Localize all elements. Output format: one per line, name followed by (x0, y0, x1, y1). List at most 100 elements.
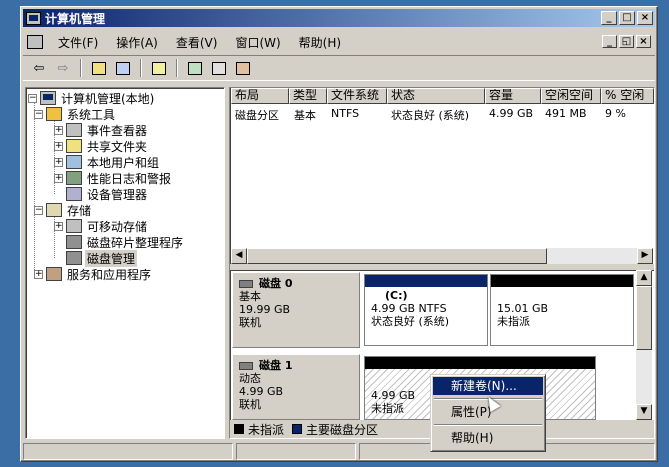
help-icon[interactable] (149, 58, 169, 78)
scroll-thumb[interactable] (247, 248, 547, 264)
unallocated-bar (491, 275, 633, 287)
vertical-scrollbar[interactable]: ▲ ▼ (636, 270, 652, 420)
removable-storage-icon (66, 219, 82, 233)
device-manager-icon (66, 187, 82, 201)
defrag-icon (66, 235, 82, 249)
event-viewer-icon (66, 123, 82, 137)
cell-filesystem[interactable]: NTFS (331, 107, 359, 120)
scroll-up-icon[interactable]: ▲ (636, 270, 652, 286)
disk-icon (239, 280, 253, 288)
primary-partition-swatch (292, 424, 303, 434)
menu-item-help[interactable]: 帮助(H) (433, 429, 543, 447)
toolbar-separator (176, 59, 178, 77)
cell-type[interactable]: 基本 (294, 107, 316, 123)
users-icon (66, 155, 82, 169)
cell-status[interactable]: 状态良好 (系统) (391, 107, 469, 123)
disk-1-info[interactable]: 磁盘 1 动态 4.99 GB 联机 (232, 354, 360, 420)
minimize-button[interactable]: _ (601, 11, 617, 25)
column-header-type[interactable]: 类型 (289, 88, 327, 104)
toolbar-separator (80, 59, 82, 77)
export-list-icon[interactable] (233, 58, 253, 78)
scroll-down-icon[interactable]: ▼ (636, 404, 652, 420)
menu-bar: 文件(F) 操作(A) 查看(V) 窗口(W) 帮助(H) _ ◱ × (23, 31, 655, 53)
tree-node-shared-folders[interactable]: + 共享文件夹 (54, 138, 149, 154)
expand-icon[interactable]: + (54, 173, 63, 183)
tree-node-device-manager[interactable]: 设备管理器 (66, 186, 149, 202)
disk-icon (239, 362, 253, 370)
status-pane (236, 443, 356, 460)
mdi-minimize-button[interactable]: _ (602, 35, 617, 48)
disk-management-icon (66, 251, 82, 265)
console-tree: − 计算机管理(本地) − 系统工具 + 事件查看器 + 共享文件夹 + 本地用… (25, 87, 225, 439)
column-header-free-space[interactable]: 空闲空间 (541, 88, 601, 104)
collapse-icon[interactable]: − (28, 93, 37, 103)
computer-management-icon (26, 11, 41, 25)
storage-icon (46, 203, 62, 217)
context-menu: 新建卷(N)... 属性(P) 帮助(H) (430, 374, 546, 452)
tree-node-perf-logs[interactable]: + 性能日志和警报 (54, 170, 173, 186)
computer-management-window: 计算机管理 _ □ × 文件(F) 操作(A) 查看(V) 窗口(W) 帮助(H… (20, 6, 658, 462)
tree-node-disk-management[interactable]: 磁盘管理 (66, 249, 138, 267)
tree-line (34, 98, 35, 274)
up-folder-icon[interactable] (89, 58, 109, 78)
expand-icon[interactable]: + (54, 221, 63, 231)
mdi-child-icon[interactable] (27, 35, 43, 49)
mdi-restore-button[interactable]: ◱ (619, 35, 634, 48)
tree-node-storage[interactable]: − 存储 (34, 202, 93, 218)
scroll-right-icon[interactable]: ▶ (637, 248, 653, 264)
tree-node-removable-storage[interactable]: + 可移动存储 (54, 218, 149, 234)
properties-icon[interactable] (209, 58, 229, 78)
toolbar-separator (140, 59, 142, 77)
partition-c[interactable]: (C:) 4.99 GB NTFS 状态良好 (系统) (364, 274, 488, 346)
tree-node-defrag[interactable]: 磁盘碎片整理程序 (66, 234, 185, 250)
collapse-icon[interactable]: − (34, 109, 43, 119)
disk-0-info[interactable]: 磁盘 0 基本 19.99 GB 联机 (232, 272, 360, 348)
title-bar[interactable]: 计算机管理 _ □ × (23, 9, 655, 27)
status-pane (23, 443, 233, 460)
scroll-left-icon[interactable]: ◀ (231, 248, 247, 264)
column-header-percent-free[interactable]: % 空闲 (601, 88, 654, 104)
performance-icon (66, 171, 82, 185)
cell-percent-free[interactable]: 9 % (605, 107, 626, 120)
menu-view[interactable]: 查看(V) (167, 34, 227, 51)
unallocated-partition-disk-0[interactable]: 15.01 GB 未指派 (490, 274, 634, 346)
scroll-thumb[interactable] (636, 286, 652, 350)
horizontal-scrollbar[interactable]: ◀ ▶ (231, 248, 653, 264)
tree-node-event-viewer[interactable]: + 事件查看器 (54, 122, 149, 138)
maximize-button[interactable]: □ (619, 11, 635, 25)
expand-icon[interactable]: + (34, 269, 43, 279)
menu-separator (434, 424, 542, 426)
window-title: 计算机管理 (45, 11, 106, 26)
column-header-layout[interactable]: 布局 (231, 88, 289, 104)
tree-node-root[interactable]: − 计算机管理(本地) (28, 90, 156, 106)
status-bar (23, 443, 655, 460)
menu-item-new-volume[interactable]: 新建卷(N)... (433, 377, 543, 395)
expand-icon[interactable]: + (54, 141, 63, 151)
menu-file[interactable]: 文件(F) (49, 34, 107, 51)
close-button[interactable]: × (637, 11, 653, 25)
cell-free-space[interactable]: 491 MB (545, 107, 587, 120)
refresh-icon[interactable] (185, 58, 205, 78)
column-header-status[interactable]: 状态 (387, 88, 485, 104)
menu-help[interactable]: 帮助(H) (290, 34, 350, 51)
expand-icon[interactable]: + (54, 157, 63, 167)
mdi-close-button[interactable]: × (636, 35, 651, 48)
cell-capacity[interactable]: 4.99 GB (489, 107, 533, 120)
unallocated-swatch (234, 424, 244, 434)
show-hide-tree-icon[interactable] (113, 58, 133, 78)
menu-window[interactable]: 窗口(W) (226, 34, 289, 51)
forward-arrow-icon[interactable]: ⇨ (53, 58, 73, 78)
menu-action[interactable]: 操作(A) (107, 34, 167, 51)
back-arrow-icon[interactable]: ⇦ (29, 58, 49, 78)
expand-icon[interactable]: + (54, 125, 63, 135)
computer-icon (40, 91, 56, 105)
unallocated-bar (365, 357, 595, 369)
column-header-filesystem[interactable]: 文件系统 (327, 88, 387, 104)
tree-node-local-users[interactable]: + 本地用户和组 (54, 154, 161, 170)
tree-node-system-tools[interactable]: − 系统工具 (34, 106, 117, 122)
collapse-icon[interactable]: − (34, 205, 43, 215)
cell-layout[interactable]: 磁盘分区 (235, 107, 279, 123)
tree-node-services[interactable]: + 服务和应用程序 (34, 266, 153, 282)
shared-folder-icon (66, 139, 82, 153)
column-header-capacity[interactable]: 容量 (485, 88, 541, 104)
